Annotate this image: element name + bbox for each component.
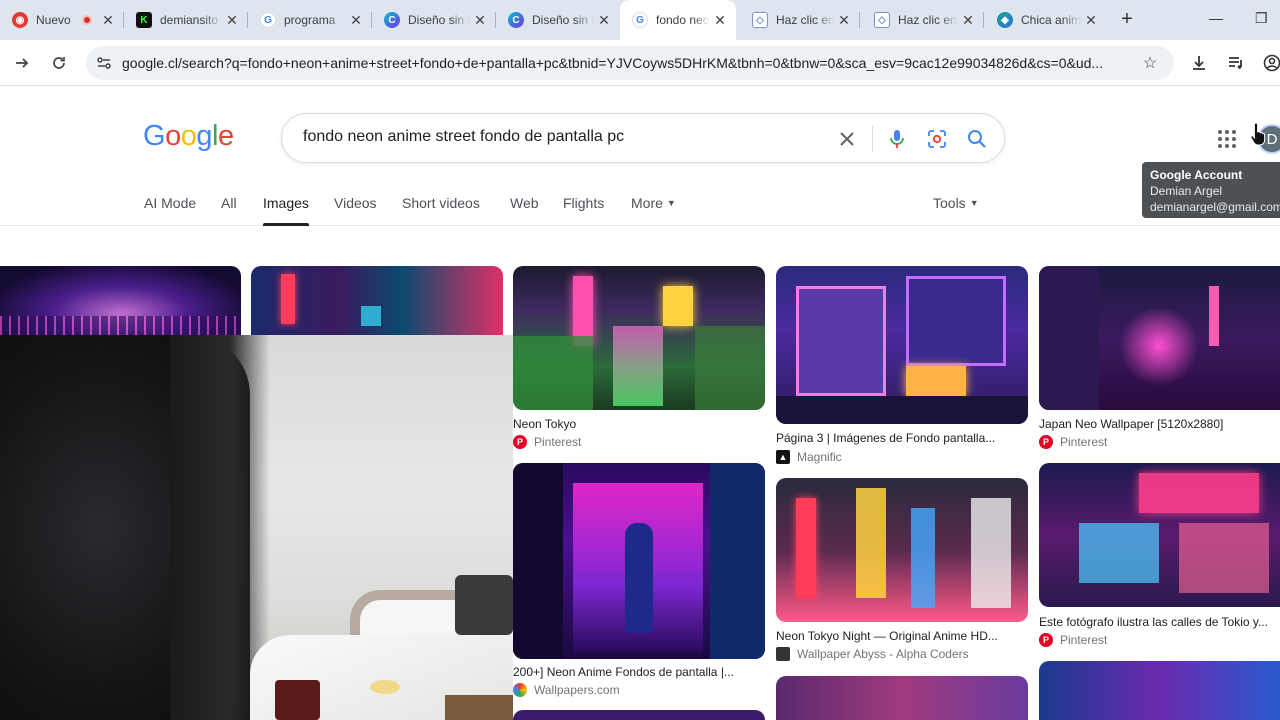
download-icon[interactable] [1187,51,1211,75]
close-tab-icon[interactable]: ✕ [98,12,118,29]
tab-more[interactable]: More ▼ [631,195,676,211]
clear-search-icon[interactable] [835,127,859,151]
result-thumbnail[interactable] [0,266,241,346]
tab-ai-mode[interactable]: AI Mode [144,195,196,211]
result-source[interactable]: P Pinterest [1039,633,1107,647]
search-type-tabs: AI Mode All Images Videos Short videos W… [0,185,1280,226]
result-thumbnail[interactable] [513,710,765,720]
tab-videos[interactable]: Videos [334,195,377,211]
site-settings-icon[interactable] [92,51,116,75]
result-title[interactable]: Neon Tokyo Night — Original Anime HD... [776,629,1028,643]
address-bar[interactable]: google.cl/search?q=fondo+neon+anime+stre… [86,46,1174,80]
browser-tab-active[interactable]: G fondo neon ✕ [620,0,736,40]
close-tab-icon[interactable]: ✕ [594,12,614,29]
webcam-overlay [0,335,513,720]
tab-web[interactable]: Web [510,195,539,211]
url-text[interactable]: google.cl/search?q=fondo+neon+anime+stre… [122,55,1122,71]
mouse-cursor-icon [1250,122,1266,151]
profile-icon[interactable] [1260,51,1280,75]
result-source[interactable]: Wallpapers.com [513,683,620,697]
result-thumbnail[interactable] [1039,266,1280,410]
result-title[interactable]: Este fotógrafo ilustra las calles de Tok… [1039,615,1280,629]
search-icon[interactable] [965,127,989,151]
result-thumbnail[interactable] [776,676,1028,720]
browser-tab-strip: ◉ Nuevo ✕ K demiansito ✕ G programa ✕ C … [0,0,1280,40]
result-thumbnail[interactable] [1039,661,1280,720]
google-icon: G [260,12,276,28]
tab-short-videos[interactable]: Short videos [402,195,480,211]
browser-tab[interactable]: ◇ Haz clic en ✕ [740,0,860,40]
google-apps-icon[interactable] [1217,129,1237,149]
result-source[interactable]: P Pinterest [513,435,581,449]
browser-toolbar: google.cl/search?q=fondo+neon+anime+stre… [0,40,1280,86]
close-tab-icon[interactable]: ✕ [958,12,978,29]
browser-tab[interactable]: ◉ Nuevo ✕ [0,0,124,40]
wallpaper-abyss-icon [776,647,790,661]
result-title[interactable]: Página 3 | Imágenes de Fondo pantalla... [776,431,1028,445]
result-thumbnail[interactable] [251,266,503,346]
browser-tab[interactable]: ◆ Chica anime ✕ [985,0,1107,40]
search-box[interactable] [281,113,1005,163]
close-tab-icon[interactable]: ✕ [834,12,854,29]
browser-tab[interactable]: C Diseño sin título ✕ [372,0,496,40]
result-title[interactable]: Japan Neo Wallpaper [5120x2880] [1039,417,1280,431]
result-source[interactable]: ▲ Magnific [776,450,842,464]
tools-button[interactable]: Tools ▼ [933,195,979,211]
tab-all[interactable]: All [221,195,237,211]
media-control-icon[interactable] [1224,51,1248,75]
pinterest-icon: P [1039,633,1053,647]
cube-icon: ◇ [752,12,768,28]
close-tab-icon[interactable]: ✕ [470,12,490,29]
result-title[interactable]: 200+] Neon Anime Fondos de pantalla |... [513,665,765,679]
browser-tab[interactable]: C Diseño sin título ✕ [496,0,620,40]
wallpapers-com-icon [513,683,527,697]
result-source[interactable]: Wallpaper Abyss - Alpha Coders [776,647,969,661]
maximize-icon[interactable]: ❐ [1255,10,1268,27]
voice-search-icon[interactable] [885,127,909,151]
result-thumbnail[interactable] [776,266,1028,424]
google-icon: G [632,12,648,28]
close-tab-icon[interactable]: ✕ [222,12,242,29]
canva-icon: C [508,12,524,28]
result-thumbnail[interactable] [513,266,765,410]
k-icon: K [136,12,152,28]
result-thumbnail[interactable] [776,478,1028,622]
canva-icon: C [384,12,400,28]
browser-tab[interactable]: K demiansito ✕ [124,0,248,40]
result-source[interactable]: P Pinterest [1039,435,1107,449]
search-input[interactable] [301,127,821,147]
caret-down-icon: ▼ [969,198,979,208]
google-logo[interactable]: Google [143,120,234,153]
record-icon: ◉ [12,12,28,28]
result-title[interactable]: Neon Tokyo [513,417,765,431]
tab-flights[interactable]: Flights [563,195,604,211]
pinterest-icon: P [513,435,527,449]
result-thumbnail[interactable] [513,463,765,659]
result-thumbnail[interactable] [1039,463,1280,607]
browser-tab[interactable]: G programa ✕ [248,0,372,40]
magnific-icon: ▲ [776,450,790,464]
reload-icon[interactable] [47,51,71,75]
close-tab-icon[interactable]: ✕ [1081,12,1101,29]
close-tab-icon[interactable]: ✕ [346,12,366,29]
lens-search-icon[interactable] [925,127,949,151]
recording-indicator-icon [82,15,92,25]
copilot-icon: ◆ [997,12,1013,28]
browser-tab[interactable]: ◇ Haz clic en ✕ [862,0,984,40]
bookmark-star-icon[interactable]: ☆ [1138,51,1162,75]
forward-icon[interactable] [10,51,34,75]
close-tab-icon[interactable]: ✕ [710,12,730,29]
minimize-icon[interactable]: — [1209,10,1223,26]
tab-images[interactable]: Images [263,195,309,226]
caret-down-icon: ▼ [666,198,676,208]
new-tab-button[interactable]: + [1115,8,1139,32]
cube-icon: ◇ [874,12,890,28]
pinterest-icon: P [1039,435,1053,449]
